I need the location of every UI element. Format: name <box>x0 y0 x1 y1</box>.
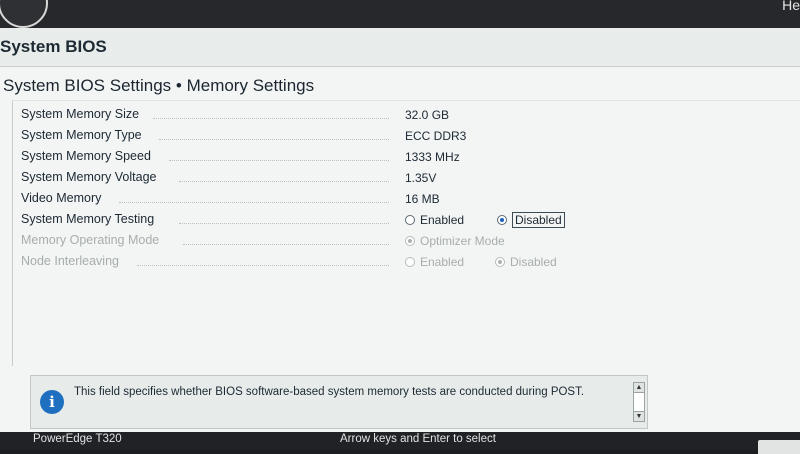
row-system-memory-size: System Memory Size 32.0 GB <box>13 105 793 125</box>
radio-circle-selected <box>495 257 505 267</box>
model-name: PowerEdge T320 <box>33 433 122 445</box>
setting-label: Node Interleaving <box>21 254 119 268</box>
setting-label: System Memory Testing <box>21 212 155 226</box>
dotted-leader <box>137 265 389 266</box>
title-bar: System BIOS <box>0 28 800 67</box>
row-video-memory: Video Memory 16 MB <box>13 189 793 209</box>
dotted-leader <box>153 118 389 119</box>
setting-value: 1.35V <box>405 171 437 185</box>
setting-value: 16 MB <box>405 192 440 206</box>
radio-circle-selected <box>497 215 507 225</box>
setting-label: Video Memory <box>21 191 102 205</box>
setting-label: System Memory Voltage <box>21 170 157 184</box>
radio-enabled[interactable]: Enabled <box>405 213 464 227</box>
dotted-leader <box>159 139 389 140</box>
row-system-memory-voltage: System Memory Voltage 1.35V <box>13 168 793 188</box>
setting-value: 32.0 GB <box>405 108 450 122</box>
dotted-leader <box>179 223 389 224</box>
setting-value: ECC DDR3 <box>405 129 467 143</box>
dotted-leader <box>169 160 389 161</box>
radio-circle-selected <box>405 236 415 246</box>
row-node-interleaving: Node Interleaving Enabled Disabled <box>13 252 793 272</box>
page-title: System BIOS <box>0 37 107 56</box>
help-text: This field specifies whether BIOS softwa… <box>74 386 585 398</box>
info-icon: i <box>40 390 64 414</box>
arrow-down-icon[interactable]: ▼ <box>634 411 644 421</box>
row-system-memory-type: System Memory Type ECC DDR3 <box>13 126 793 146</box>
help-panel: i This field specifies whether BIOS soft… <box>30 375 648 429</box>
help-link[interactable]: He <box>782 0 800 13</box>
option-label-focused: Disabled <box>512 212 565 228</box>
dell-logo <box>0 0 48 28</box>
navigation-hint: Arrow keys and Enter to select <box>340 433 496 445</box>
top-bar: He <box>0 0 800 28</box>
option-label: Disabled <box>510 255 557 269</box>
radio-circle <box>405 215 415 225</box>
row-system-memory-testing[interactable]: System Memory Testing Enabled Disabled <box>13 210 793 230</box>
radio-disabled: Disabled <box>495 255 557 269</box>
setting-label: Memory Operating Mode <box>21 233 160 247</box>
breadcrumb: System BIOS Settings • Memory Settings <box>3 76 315 95</box>
setting-label: System Memory Type <box>21 128 142 142</box>
option-label: Enabled <box>420 213 465 227</box>
settings-list: System Memory Size 32.0 GB System Memory… <box>12 100 800 366</box>
row-memory-operating-mode: Memory Operating Mode Optimizer Mode <box>13 231 793 251</box>
option-label: Enabled <box>420 255 465 269</box>
corner-button[interactable] <box>758 440 800 454</box>
setting-label: System Memory Speed <box>21 149 151 163</box>
status-bar: PowerEdge T320 Arrow keys and Enter to s… <box>0 432 800 454</box>
radio-disabled[interactable]: Disabled <box>497 212 565 228</box>
arrow-up-icon[interactable]: ▲ <box>634 383 644 393</box>
setting-label: System Memory Size <box>21 107 140 121</box>
setting-value: 1333 MHz <box>405 150 460 164</box>
radio-circle <box>405 257 415 267</box>
radio-optimizer-mode: Optimizer Mode <box>405 234 505 248</box>
help-scrollbar[interactable]: ▲ ▼ <box>633 382 645 422</box>
option-label: Optimizer Mode <box>420 234 505 248</box>
dotted-leader <box>183 244 389 245</box>
radio-enabled: Enabled <box>405 255 464 269</box>
dotted-leader <box>179 181 389 182</box>
bios-screen: System BIOS System BIOS Settings • Memor… <box>0 28 800 432</box>
dotted-leader <box>119 202 389 203</box>
row-system-memory-speed: System Memory Speed 1333 MHz <box>13 147 793 167</box>
